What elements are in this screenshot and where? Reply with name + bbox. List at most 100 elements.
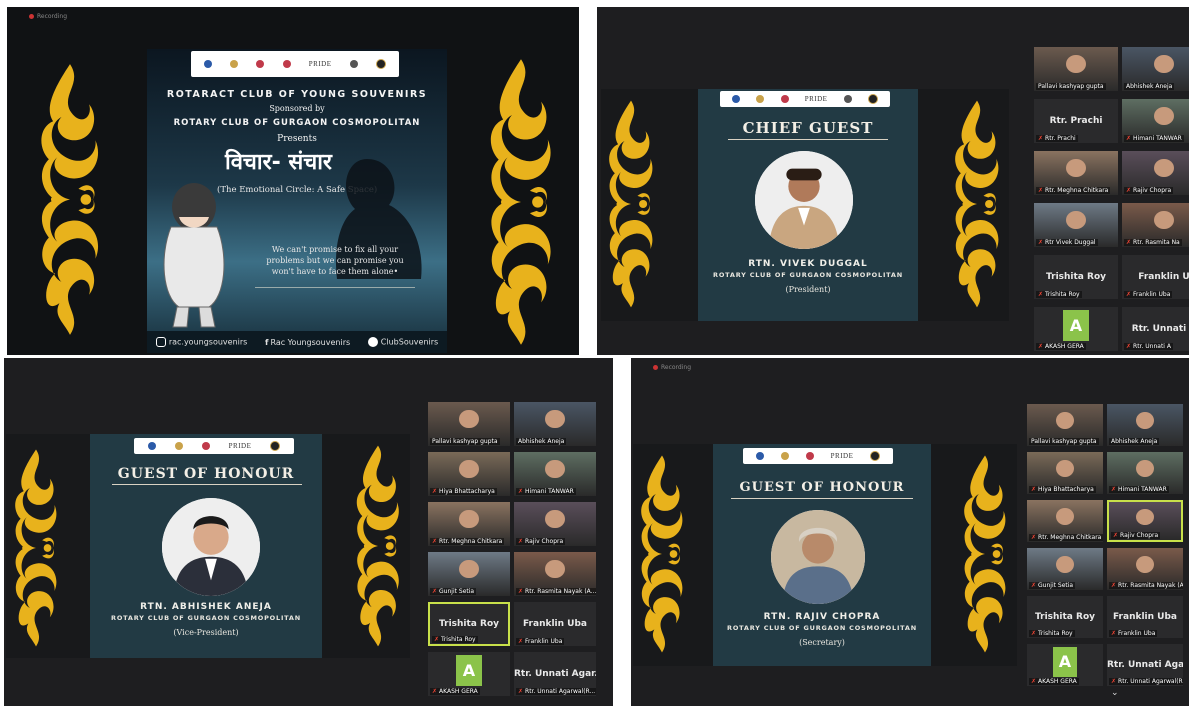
scroll-down-icon[interactable]: ⌄ (1111, 688, 1119, 698)
rotary-logo (732, 95, 741, 103)
participant-tile[interactable]: ✗ Gunjit Setia (1027, 548, 1103, 590)
participant-display-name: Trishita Roy (438, 619, 499, 630)
participant-name-label: ✗ AKASH GERA (430, 688, 480, 695)
poster-presents: Presents (277, 134, 317, 144)
rotary-logo (204, 60, 213, 68)
guest-club: ROTARY CLUB OF GURGAON COSMOPOLITAN (111, 614, 301, 622)
participant-tile[interactable]: ✗ Gunjit Setia (428, 552, 510, 596)
facebook-icon: f (264, 337, 269, 347)
pride-logo: PRIDE (228, 442, 252, 450)
club-logo (174, 442, 183, 450)
chief-guest-slide: PRIDE CHIEF GUEST RTN. VIVEK DUGGAL ROTA… (698, 89, 918, 321)
participant-tile[interactable]: ✗ Rtr. Meghna Chitkara (428, 502, 510, 546)
participant-name-label: Pallavi kashyap gupta (1036, 83, 1106, 90)
participant-tile[interactable]: ✗ Rtr Vivek Duggal (1034, 203, 1118, 247)
participant-tile[interactable]: Trishita Roy ✗ Trishita Roy (428, 602, 510, 646)
mic-muted-icon: ✗ (1031, 486, 1037, 493)
participant-tile[interactable]: ✗ Hiya Bhattacharya (1027, 452, 1103, 494)
participant-tile[interactable]: ✗ Rtr. Meghna Chitkara (1027, 500, 1103, 542)
participant-silhouette (1055, 459, 1075, 478)
recording-indicator: Recording (653, 364, 691, 371)
participant-name-label: ✗ Rajiv Chopra (1111, 532, 1161, 539)
participant-silhouette (459, 559, 479, 579)
star-logo (843, 95, 852, 103)
participant-silhouette (545, 459, 565, 479)
participant-silhouette (1055, 555, 1075, 574)
participant-tile[interactable]: Abhishek Aneja (1122, 47, 1189, 91)
participant-silhouette (545, 559, 565, 579)
participant-tile[interactable]: A ✗ AKASH GERA (1034, 307, 1118, 351)
rotary-logo (147, 442, 156, 450)
participant-tile[interactable]: Rtr. Unnati Agar... ✗ Rtr. Unnati Agarwal(… (514, 652, 596, 696)
participant-tile[interactable]: Franklin Uba ✗ Franklin Uba (1107, 596, 1183, 638)
participant-tile[interactable]: ✗ Himani TANWAR (514, 452, 596, 496)
participant-silhouette (459, 459, 479, 479)
mic-muted-icon: ✗ (518, 588, 524, 595)
participant-silhouette (1135, 411, 1155, 430)
participant-name-label: ✗ Rtr Vivek Duggal (1036, 239, 1098, 246)
participant-name-label: ✗ AKASH GERA (1029, 678, 1079, 685)
participant-silhouette (1153, 106, 1175, 126)
participant-tile[interactable]: Pallavi kashyap gupta (428, 402, 510, 446)
participant-tile[interactable]: Abhishek Aneja (514, 402, 596, 446)
participant-silhouette (545, 509, 565, 529)
participant-gallery: Pallavi kashyap gupta Abhishek Aneja ✗ Hiya… (1027, 404, 1189, 704)
mic-muted-icon: ✗ (1038, 239, 1044, 246)
participant-silhouette (1136, 508, 1154, 525)
participant-tile[interactable]: Franklin U ✗ Franklin Uba (1122, 255, 1189, 299)
ornament-left (605, 99, 657, 309)
participant-tile[interactable]: Pallavi kashyap gupta (1027, 404, 1103, 446)
mic-muted-icon: ✗ (1111, 582, 1117, 589)
participant-name-label: ✗ Rajiv Chopra (516, 538, 566, 545)
logo-strip: PRIDE (720, 91, 890, 107)
participant-name-label: Abhishek Aneja (516, 438, 567, 445)
emblem-logo (375, 59, 386, 69)
participant-tile[interactable]: Pallavi kashyap gupta (1034, 47, 1118, 91)
participant-tile[interactable]: ✗ Rajiv Chopra (514, 502, 596, 546)
participant-tile[interactable]: Abhishek Aneja (1107, 404, 1183, 446)
participant-silhouette (1065, 158, 1087, 178)
panel-guest-of-honour-2: Recording PRIDE GUEST OF HONOUR RTN. RAJ… (631, 358, 1189, 706)
participant-tile[interactable]: ✗ Rtr. Rasmita Nayak (A... (514, 552, 596, 596)
participant-name-label: ✗ Trishita Roy (1036, 291, 1082, 298)
participant-tile[interactable]: ✗ Rajiv Chopra (1107, 500, 1183, 542)
participant-tile[interactable]: ✗ Himani TANWAR (1107, 452, 1183, 494)
presentation-area: PRIDE GUEST OF HONOUR RTN. RAJIV CHOPRA … (633, 444, 1017, 666)
participant-tile[interactable]: ✗ Hiya Bhattacharya (428, 452, 510, 496)
guest-of-honour-slide: PRIDE GUEST OF HONOUR RTN. ABHISHEK ANEJ… (90, 434, 322, 658)
participant-silhouette (1153, 158, 1175, 178)
mic-muted-icon: ✗ (432, 538, 438, 545)
participant-silhouette (1135, 555, 1155, 574)
participant-tile[interactable]: ✗ Rtr. Rasmita Nayak (A... (1107, 548, 1183, 590)
participant-tile[interactable]: ✗ Rtr. Rasmita Na (1122, 203, 1189, 247)
ornament-right (959, 454, 1011, 654)
participant-tile[interactable]: ✗ Rajiv Chopra (1122, 151, 1189, 195)
rotaract-logo (201, 442, 210, 450)
mic-muted-icon: ✗ (432, 488, 438, 495)
guest-club: ROTARY CLUB OF GURGAON COSMOPOLITAN (727, 624, 917, 632)
participant-tile[interactable]: Franklin Uba ✗ Franklin Uba (514, 602, 596, 646)
mic-muted-icon: ✗ (1031, 582, 1037, 589)
participant-tile[interactable]: Trishita Roy ✗ Trishita Roy (1034, 255, 1118, 299)
participant-display-name: Franklin U (1138, 271, 1189, 282)
slide-heading: CHIEF GUEST (742, 119, 874, 137)
emblem-logo (870, 451, 881, 461)
participant-name-label: ✗ Rtr. Unnati A (1124, 343, 1173, 350)
participant-tile[interactable]: Rtr. Prachi ✗ Rtr. Prachi (1034, 99, 1118, 143)
participant-tile[interactable]: ✗ Himani TANWAR (1122, 99, 1189, 143)
mic-muted-icon: ✗ (1126, 187, 1132, 194)
guest-name: RTN. ABHISHEK ANEJA (140, 602, 272, 612)
participant-tile[interactable]: A ✗ AKASH GERA (428, 652, 510, 696)
participant-silhouette (545, 409, 565, 429)
mic-muted-icon: ✗ (1038, 135, 1044, 142)
mic-muted-icon: ✗ (1113, 532, 1119, 539)
participant-tile[interactable]: Trishita Roy ✗ Trishita Roy (1027, 596, 1103, 638)
participant-tile[interactable]: A ✗ AKASH GERA (1027, 644, 1103, 686)
panel-guest-of-honour-1: PRIDE GUEST OF HONOUR RTN. ABHISHEK ANEJ… (4, 358, 613, 706)
participant-tile[interactable]: Rtr. Unnati Agar ✗ Rtr. Unnati Agarwal(R (1107, 644, 1183, 686)
pride-logo: PRIDE (308, 60, 332, 68)
mic-muted-icon: ✗ (432, 588, 438, 595)
participant-tile[interactable]: ✗ Rtr. Meghna Chitkara (1034, 151, 1118, 195)
club-logo (756, 95, 765, 103)
participant-tile[interactable]: Rtr. Unnati A ✗Rtr. Unnati A (1122, 307, 1189, 351)
